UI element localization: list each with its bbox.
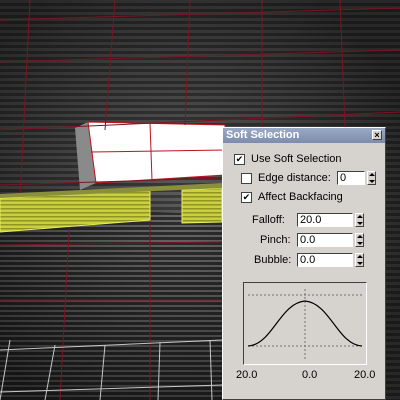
curve-left-label: 20.0 bbox=[236, 369, 258, 381]
falloff-curve-graph bbox=[243, 282, 367, 365]
panel-titlebar[interactable]: Soft Selection × bbox=[223, 128, 385, 143]
pinch-spinner[interactable] bbox=[355, 233, 364, 247]
bubble-field[interactable]: 0.0 bbox=[297, 253, 353, 267]
affect-backfacing-label: Affect Backfacing bbox=[258, 191, 343, 203]
panel-title: Soft Selection bbox=[226, 129, 300, 141]
edge-distance-label: Edge distance: bbox=[258, 172, 331, 184]
pinch-field[interactable]: 0.0 bbox=[297, 233, 353, 247]
close-button[interactable]: × bbox=[372, 130, 382, 140]
falloff-curve-svg bbox=[247, 289, 363, 359]
affect-backfacing-checkbox[interactable]: ✔ bbox=[241, 192, 252, 203]
edge-distance-field[interactable]: 0 bbox=[337, 171, 365, 185]
use-soft-selection-label: Use Soft Selection bbox=[251, 153, 342, 165]
soft-selection-panel: Soft Selection × ✔ Use Soft Selection Ed… bbox=[222, 127, 386, 400]
falloff-spinner[interactable] bbox=[355, 213, 364, 227]
curve-right-label: 20.0 bbox=[354, 369, 376, 381]
bubble-spinner[interactable] bbox=[355, 253, 364, 267]
selected-face bbox=[87, 121, 226, 184]
pinch-label: Pinch: bbox=[260, 234, 291, 246]
selected-beam bbox=[181, 187, 223, 224]
falloff-curve bbox=[247, 300, 363, 347]
use-soft-selection-checkbox[interactable]: ✔ bbox=[234, 154, 245, 165]
bubble-label: Bubble: bbox=[254, 254, 292, 266]
falloff-label: Falloff: bbox=[252, 214, 285, 226]
edge-distance-checkbox[interactable] bbox=[241, 173, 252, 184]
curve-center-label: 0.0 bbox=[302, 369, 318, 381]
falloff-field[interactable]: 20.0 bbox=[297, 213, 353, 227]
edge-distance-spinner[interactable] bbox=[367, 171, 376, 185]
